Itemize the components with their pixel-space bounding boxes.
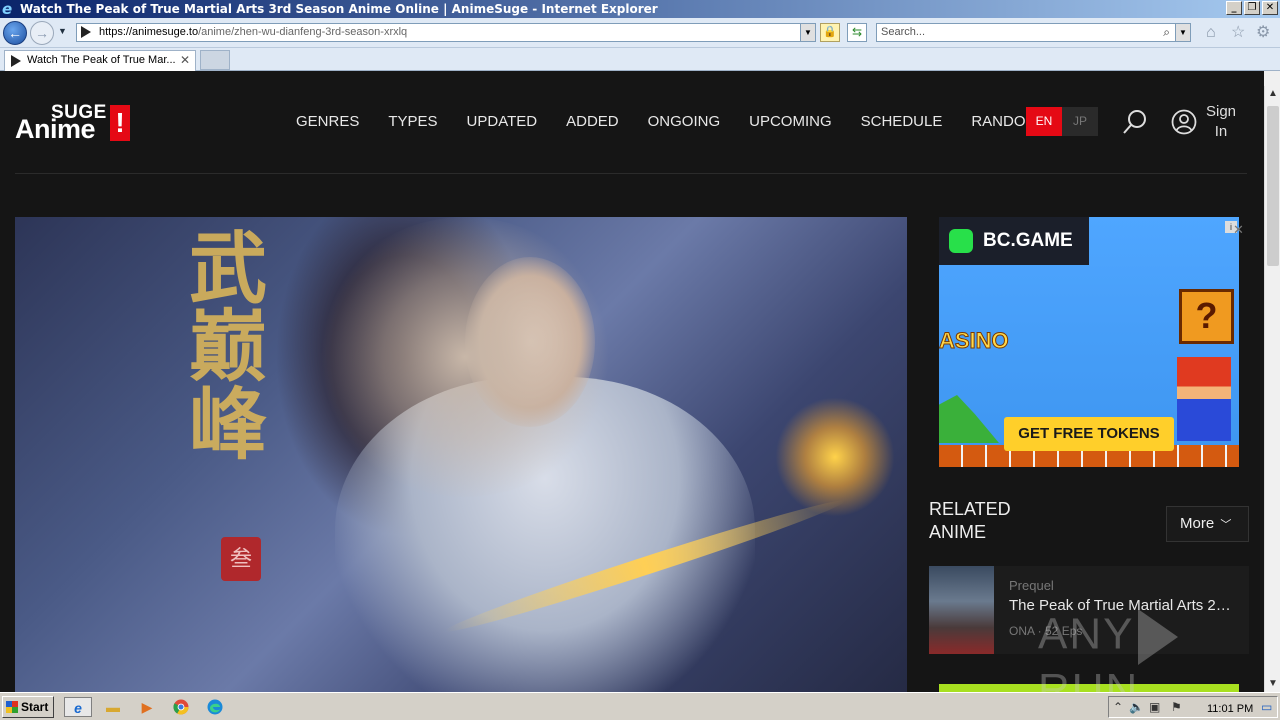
poster-light-shape: [315, 217, 615, 497]
mario-sprite-icon: [1177, 357, 1231, 441]
lang-jp-button[interactable]: JP: [1062, 107, 1098, 136]
nav-added[interactable]: ADDED: [566, 113, 619, 131]
question-block-icon: ?: [1179, 289, 1234, 344]
taskbar-ie-icon[interactable]: e: [64, 697, 92, 717]
windows-taskbar: Start e ▬ ▶ ⌃ 🔈 ▣ ⚑ 11:01 PM ▭: [0, 692, 1280, 720]
main-nav: GENRES TYPES UPDATED ADDED ONGOING UPCOM…: [296, 113, 1067, 131]
logo-anime-text: Anime: [15, 114, 96, 144]
settings-gear-icon[interactable]: ⚙: [1256, 24, 1270, 42]
action-center-flag-icon[interactable]: ⚑: [1171, 699, 1182, 715]
window-title: Watch The Peak of True Martial Arts 3rd …: [20, 2, 658, 16]
history-dropdown-icon[interactable]: ▼: [58, 26, 67, 36]
browser-tab-bar: Watch The Peak of True Mar... ✕: [0, 48, 1280, 71]
hill-sprite-icon: [939, 395, 999, 443]
web-page: SUGE Anime ! GENRES TYPES UPDATED ADDED …: [0, 71, 1264, 692]
vertical-scrollbar[interactable]: ▲ ▼: [1264, 86, 1280, 692]
ad-brand: BC.GAME: [983, 230, 1073, 251]
home-icon[interactable]: ⌂: [1206, 24, 1216, 42]
nav-schedule[interactable]: SCHEDULE: [861, 113, 943, 131]
tab-favicon-icon: [11, 55, 21, 67]
site-logo[interactable]: SUGE Anime !: [15, 103, 135, 143]
taskbar-folder-icon[interactable]: ▬: [102, 697, 124, 717]
minimize-button[interactable]: _: [1226, 1, 1242, 15]
logo-bang-text: !: [110, 105, 130, 141]
watermark-left: ANY: [1038, 609, 1135, 659]
back-button[interactable]: ←: [3, 21, 27, 45]
search-icon[interactable]: ⌕: [1163, 24, 1170, 41]
advertisement-banner[interactable]: BC.GAME ASINO ? GET FREE TOKENS i: [939, 217, 1239, 467]
close-window-button[interactable]: ✕: [1262, 1, 1278, 15]
security-lock-icon[interactable]: 🔒: [820, 23, 840, 42]
ad-close-icon[interactable]: ✕: [1233, 222, 1244, 238]
network-icon[interactable]: ▣: [1149, 699, 1160, 715]
window-title-bar: e Watch The Peak of True Martial Arts 3r…: [0, 0, 1280, 18]
site-favicon-icon: [81, 26, 91, 38]
nav-types[interactable]: TYPES: [388, 113, 437, 131]
restore-button[interactable]: ❐: [1244, 1, 1260, 15]
poster-seal: 叁: [221, 537, 261, 581]
taskbar-media-player-icon[interactable]: ▶: [136, 697, 158, 717]
address-domain: https://animesuge.to: [99, 26, 199, 38]
nav-ongoing[interactable]: ONGOING: [648, 113, 721, 131]
internet-explorer-icon: e: [2, 0, 13, 18]
poster-calligraphy: 武巅峰: [176, 227, 267, 461]
site-search-icon[interactable]: [1122, 109, 1148, 135]
poster-glow-shape: [775, 397, 895, 517]
related-anime-heading: RELATED ANIME: [929, 499, 1011, 542]
volume-icon[interactable]: 🔈: [1129, 699, 1144, 715]
related-anime-relation: Prequel: [1009, 578, 1054, 593]
browser-tab[interactable]: Watch The Peak of True Mar... ✕: [4, 50, 196, 71]
refresh-icon[interactable]: ⇆: [847, 23, 867, 42]
address-path: /anime/zhen-wu-dianfeng-3rd-season-xrxlq: [198, 26, 408, 38]
browser-search-input[interactable]: Search... ⌕ ▼: [876, 23, 1191, 42]
sign-in-link[interactable]: Sign In: [1201, 102, 1241, 142]
new-tab-button[interactable]: [200, 50, 230, 70]
address-bar[interactable]: https://animesuge.to/anime/zhen-wu-dianf…: [76, 23, 816, 42]
forward-button[interactable]: →: [30, 21, 54, 45]
tray-expand-icon[interactable]: ⌃: [1113, 699, 1123, 715]
watermark-right: RUN: [1038, 665, 1140, 692]
more-button[interactable]: More ﹀: [1166, 506, 1249, 542]
watermark-play-icon: [1138, 609, 1179, 665]
search-dropdown-icon[interactable]: ▼: [1175, 24, 1190, 41]
ad-brand-box: BC.GAME: [939, 217, 1089, 265]
scrollbar-top-gap: [1264, 71, 1280, 86]
tab-close-icon[interactable]: ✕: [180, 51, 190, 70]
bc-game-logo-icon: [949, 229, 973, 253]
anyrun-watermark: ANY RUN: [1038, 609, 1264, 692]
tab-title: Watch The Peak of True Mar...: [27, 54, 176, 66]
more-label: More: [1180, 515, 1215, 532]
favorites-star-icon[interactable]: ☆: [1231, 24, 1245, 42]
language-toggle: EN JP: [1026, 107, 1098, 136]
related-anime-thumbnail: [929, 566, 994, 654]
user-icon[interactable]: [1171, 109, 1197, 135]
ad-casino-text: ASINO: [939, 328, 1009, 354]
system-tray: ⌃ 🔈 ▣ ⚑ 11:01 PM ▭: [1108, 696, 1278, 718]
clock[interactable]: 11:01 PM: [1207, 701, 1253, 717]
ad-cta-button[interactable]: GET FREE TOKENS: [1004, 417, 1174, 451]
show-desktop-icon[interactable]: ▭: [1261, 699, 1272, 715]
browser-nav-bar: ← → ▼ https://animesuge.to/anime/zhen-wu…: [0, 18, 1280, 48]
start-label: Start: [21, 700, 49, 714]
scroll-down-icon[interactable]: ▼: [1265, 676, 1280, 692]
nav-genres[interactable]: GENRES: [296, 113, 359, 131]
lang-en-button[interactable]: EN: [1026, 107, 1062, 136]
taskbar-chrome-icon[interactable]: [170, 697, 192, 717]
header-divider: [15, 173, 1247, 174]
address-dropdown-icon[interactable]: ▼: [800, 24, 815, 41]
nav-upcoming[interactable]: UPCOMING: [749, 113, 832, 131]
chevron-down-icon: ﹀: [1220, 519, 1232, 531]
scroll-up-icon[interactable]: ▲: [1265, 86, 1280, 102]
windows-flag-icon: [6, 701, 18, 713]
search-placeholder: Search...: [881, 26, 926, 38]
scrollbar-thumb[interactable]: [1267, 106, 1279, 266]
nav-updated[interactable]: UPDATED: [467, 113, 538, 131]
anime-poster-image[interactable]: 武巅峰 叁: [15, 217, 907, 692]
taskbar-edge-icon[interactable]: [204, 697, 226, 717]
start-button[interactable]: Start: [2, 696, 54, 718]
